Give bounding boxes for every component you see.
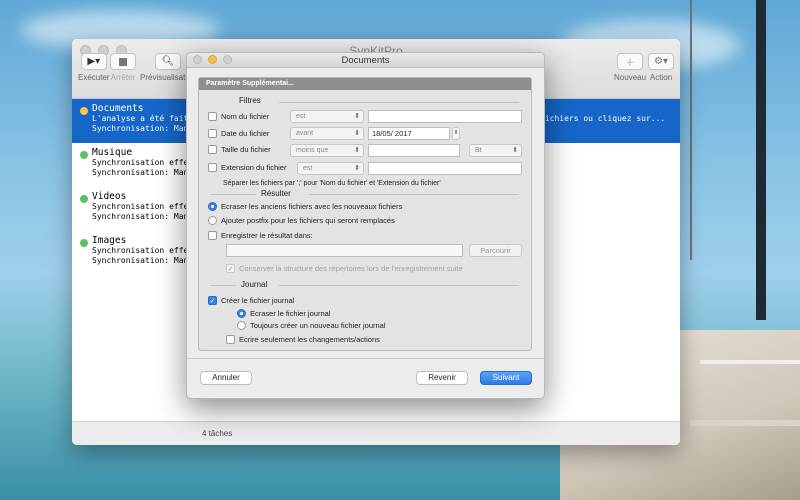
filter-extension-input[interactable] [368,162,522,175]
result-postfix-radio[interactable]: Ajouter postfix pour les fichiers qui se… [208,216,395,225]
result-heading: Résulter [261,189,291,198]
dialog-window-controls [193,55,232,64]
checkbox[interactable] [208,163,217,172]
filter-size-checkbox[interactable]: Taille du fichier [208,145,271,154]
divider [211,194,256,195]
radio-button[interactable] [208,216,217,225]
filter-name-input[interactable] [368,110,522,123]
checkbox[interactable] [208,231,217,240]
filter-name-checkbox[interactable]: Nom du fichier [208,112,269,121]
documents-dialog: Documents Paramètre Supplémentai... Filt… [186,52,545,399]
save-path-input[interactable] [226,244,463,257]
play-icon: ▶▾ [80,53,107,70]
sailboat-rigging [690,0,692,260]
boat-railing [690,420,800,426]
boat-railing [700,360,800,364]
divider [309,194,519,195]
task-count: 4 tâches [202,429,233,438]
stop-icon [110,53,136,70]
save-result-checkbox[interactable]: Enregistrer le résultat dans: [208,231,313,240]
dialog-footer: Annuler Revenir Suivant [187,358,544,398]
dialog-title: Documents [341,55,390,66]
divider [279,102,519,103]
create-journal-checkbox[interactable]: ✓ Créer le fichier journal [208,296,294,305]
filter-extension-operator-select[interactable]: est [297,162,364,175]
plus-icon: ＋ [617,53,644,70]
status-bar: 4 tâches [72,421,680,445]
checkbox[interactable] [208,145,217,154]
checkbox[interactable] [208,112,217,121]
magnifier-icon: 🔍︎ [155,53,182,70]
checkbox[interactable] [208,129,217,138]
minimize-button[interactable] [208,55,217,64]
status-dot-icon [80,151,88,159]
journal-heading: Journal [241,280,268,289]
settings-panel: Paramètre Supplémentai... Filtres Nom du… [198,77,532,351]
new-button[interactable]: ＋ Nouveau [614,53,646,82]
filter-date-checkbox[interactable]: Date du fichier [208,129,269,138]
radio-button[interactable] [208,202,217,211]
filter-size-unit-select[interactable]: Bt [469,144,522,157]
date-stepper[interactable]: ⬍ [452,127,460,140]
stop-button[interactable]: Arrêter [110,53,136,82]
next-button[interactable]: Suivant [480,371,532,385]
filter-date-input[interactable]: 18/05/ 2017 [368,127,450,140]
browse-button[interactable]: Parcourir [469,244,522,257]
keep-structure-checkbox[interactable]: ✓ Conserver la structure des répertoires… [226,264,463,273]
filter-extension-checkbox[interactable]: Extension du fichier [208,163,286,172]
cancel-button[interactable]: Annuler [200,371,252,385]
checkbox[interactable] [226,335,235,344]
only-changes-checkbox[interactable]: Ecrire seulement les changements/actions [226,335,380,344]
action-button[interactable]: ⚙▾ Action [648,53,674,82]
filters-heading: Filtres [239,96,261,105]
status-dot-icon [80,195,88,203]
gear-icon: ⚙▾ [648,53,674,70]
panel-title: Paramètre Supplémentai... [199,78,531,90]
journal-overwrite-radio[interactable]: Ecraser le fichier journal [237,309,330,318]
radio-button[interactable] [237,321,246,330]
divider [211,285,236,286]
divider [279,285,519,286]
sailboat-mast [756,0,766,320]
checkbox[interactable]: ✓ [226,264,235,273]
run-button[interactable]: ▶▾ Exécuter [78,53,110,82]
filter-name-operator-select[interactable]: est [290,110,364,123]
status-dot-icon [80,107,88,115]
back-button[interactable]: Revenir [416,371,468,385]
result-overwrite-radio[interactable]: Ecraser les anciens fichiers avec les no… [208,202,402,211]
status-dot-icon [80,239,88,247]
journal-new-radio[interactable]: Toujours créer un nouveau fichier journa… [237,321,386,330]
checkbox[interactable]: ✓ [208,296,217,305]
zoom-button[interactable] [223,55,232,64]
dialog-titlebar: Documents [187,53,544,68]
filter-size-input[interactable] [368,144,460,157]
filter-size-operator-select[interactable]: moins que [290,144,364,157]
filter-date-operator-select[interactable]: avant [290,127,364,140]
filter-note: Séparer les fichiers par ';' pour 'Nom d… [223,180,441,187]
radio-button[interactable] [237,309,246,318]
close-button[interactable] [193,55,202,64]
